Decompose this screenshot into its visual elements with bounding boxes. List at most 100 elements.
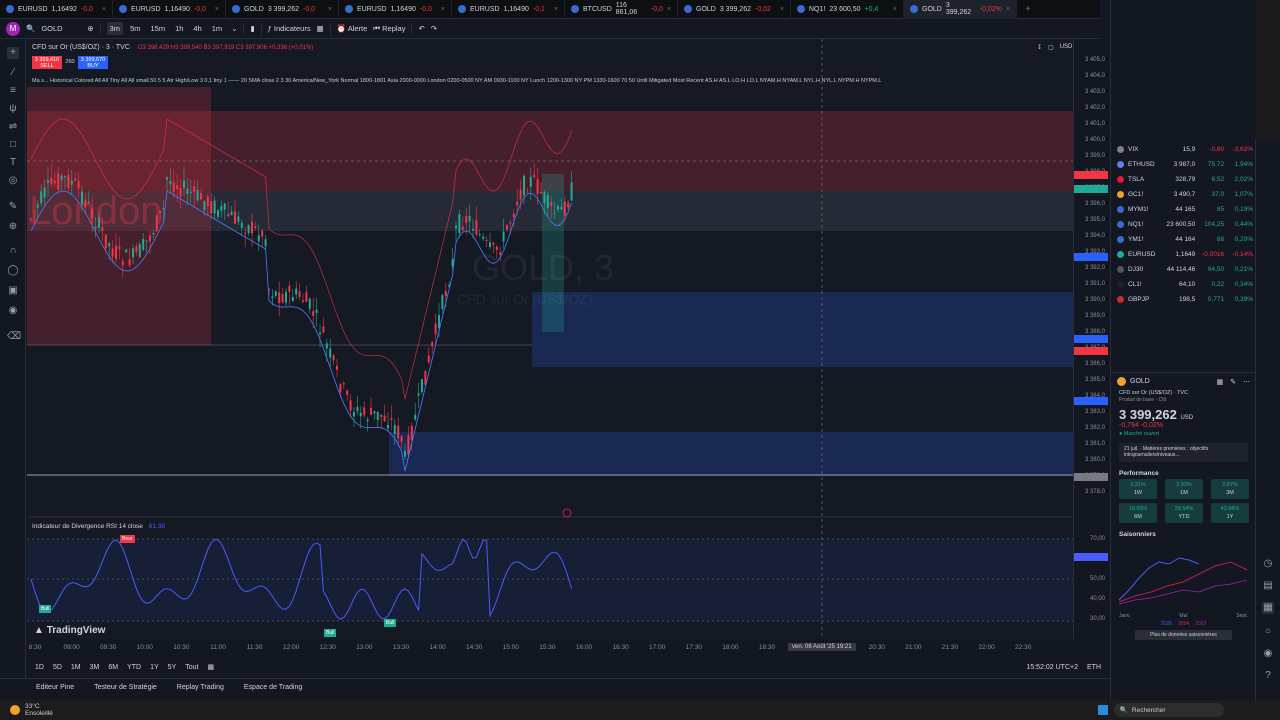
layout-icon[interactable]: ▦ (317, 24, 324, 33)
tab-close-icon[interactable]: × (1006, 6, 1010, 13)
range-1d[interactable]: 1D (35, 664, 44, 671)
fullscreen-icon[interactable]: ▢ (1048, 44, 1054, 51)
magnet-icon[interactable]: ∩ (7, 245, 19, 257)
tab-close-icon[interactable]: × (667, 6, 671, 13)
bottom-tab[interactable]: Espace de Trading (244, 684, 302, 691)
user-avatar[interactable]: M (6, 21, 20, 36)
bottom-tab[interactable]: Editeur Pine (36, 684, 74, 691)
interval-4h[interactable]: 4h (190, 22, 204, 35)
browser-tab[interactable]: GOLD 3 399,262 -0,02 × (678, 0, 791, 19)
tab-close-icon[interactable]: × (102, 6, 106, 13)
time-axis[interactable]: 8:30 09:00 09:30 10:00 10:30 11:00 11:30 12:00 1… (27, 641, 1073, 655)
browser-tab[interactable]: EURUSD 1,16490 -0,1 × (452, 0, 565, 19)
range-1y[interactable]: 1Y (150, 664, 159, 671)
windows-start-icon[interactable] (1097, 705, 1108, 715)
add-symbol-icon[interactable]: ⊕ (87, 24, 93, 33)
browser-tab[interactable]: EURUSD 1,16492 -0,0 × (0, 0, 113, 19)
watchlist-row[interactable]: DJ30 44 114,46 94,50 0,21% (1117, 262, 1253, 277)
candle-style-icon[interactable]: ▮ (250, 24, 254, 33)
replay-marker-icon[interactable] (562, 508, 572, 518)
tab-close-icon[interactable]: × (215, 6, 219, 13)
interval-15m[interactable]: 15m (147, 22, 168, 35)
chevron-down-icon[interactable]: ⌄ (231, 24, 237, 33)
calendar-icon[interactable]: ▤ (1262, 580, 1274, 592)
tab-close-icon[interactable]: × (441, 6, 445, 13)
redo-icon[interactable]: ↷ (431, 24, 437, 33)
browser-tab[interactable]: BTCUSD 116 861,06 -0,0 × (565, 0, 678, 19)
browser-tab[interactable]: GOLD 3 399,262 -0,0 × (226, 0, 339, 19)
watchlist-row[interactable]: ETHUSD 3 987,0 75,72 1,94% (1117, 157, 1253, 172)
help-icon[interactable]: ? (1262, 670, 1274, 682)
rectangle-icon[interactable]: □ (7, 139, 19, 151)
symbol-search[interactable]: GOLD (41, 24, 81, 33)
tab-close-icon[interactable]: × (893, 6, 897, 13)
bottom-tab[interactable]: Replay Trading (177, 684, 224, 691)
chat-icon[interactable]: ○ (1262, 626, 1274, 638)
range-tout[interactable]: Tout (185, 664, 198, 671)
watchlist-row[interactable]: MYM1! 44 165 85 0,19% (1117, 202, 1253, 217)
pitchfork-icon[interactable]: ψ (7, 103, 19, 115)
interval-3m[interactable]: 3m (106, 22, 124, 35)
price-chart[interactable]: CFD sur Or (US$/OZ) · 3 · TVC O3 398,429… (27, 39, 1073, 639)
range-5d[interactable]: 5D (53, 664, 62, 671)
range-3m[interactable]: 3M (90, 664, 100, 671)
eye-icon[interactable]: ◉ (7, 305, 19, 317)
alert-button[interactable]: ⏰ Alerte (337, 24, 368, 33)
pattern-icon[interactable]: ◎ (7, 175, 19, 187)
fib-icon[interactable]: ⇌ (7, 121, 19, 133)
new-tab-icon[interactable]: + (1025, 4, 1031, 15)
watchlist-row[interactable]: GC1! 3 490,7 37,0 1,07% (1117, 187, 1253, 202)
watchlist-symbol: DJ30 (1128, 266, 1144, 273)
browser-tab[interactable]: EURUSD 1,16490 -0,0 × (113, 0, 226, 19)
more-icon[interactable]: ⋯ (1243, 378, 1250, 386)
watchlist-row[interactable]: YM1! 44 164 88 0,20% (1117, 232, 1253, 247)
watchlist-row[interactable]: NQ1! 23 600,50 104,25 0,44% (1117, 217, 1253, 232)
trash-icon[interactable]: ⌫ (7, 331, 21, 343)
range-6m[interactable]: 6M (108, 664, 118, 671)
watchlist-row[interactable]: GBPJP 198,5 0,771 0,39% (1117, 292, 1253, 307)
browser-tab[interactable]: EURUSD 1,16490 -0,0 × (339, 0, 452, 19)
range-5y[interactable]: 5Y (168, 664, 177, 671)
interval-5m[interactable]: 5m (127, 22, 143, 35)
browser-tab[interactable]: NQ1! 23 600,50 +0,4 × (791, 0, 904, 19)
cursor-icon[interactable]: + (7, 47, 19, 59)
calendar-icon[interactable]: ▦ (207, 663, 214, 671)
grid-icon[interactable]: ▦ (1217, 378, 1224, 386)
undo-icon[interactable]: ↶ (418, 24, 424, 33)
range-ytd[interactable]: YTD (127, 664, 141, 671)
lock-icon[interactable]: ▣ (7, 285, 19, 297)
interval-1m[interactable]: 1m (209, 22, 225, 35)
tab-close-icon[interactable]: × (554, 6, 558, 13)
interval-1h[interactable]: 1h (172, 22, 186, 35)
watchlist-row[interactable]: VIX 15,9 -0,60 -3,62% (1117, 142, 1253, 157)
price-axis[interactable]: 3 405,0 3 404,0 3 403,0 3 402,0 3 401,0 3 400… (1073, 39, 1109, 639)
replay-button[interactable]: ⏮ Replay (373, 24, 405, 34)
trend-line-icon[interactable]: ∕ (7, 67, 19, 79)
horizontal-lines-icon[interactable]: ≡ (7, 85, 19, 97)
news-item[interactable]: 21 juil. · Matières premières : objectif… (1119, 443, 1248, 462)
indicators-button[interactable]: ƒ Indicateurs (268, 24, 311, 33)
grid-icon[interactable]: ▦ (1262, 602, 1274, 614)
session-toggle[interactable]: ETH (1087, 664, 1101, 671)
sell-button[interactable]: 3 399,410 SELL (32, 56, 62, 69)
range-1m[interactable]: 1M (71, 664, 81, 671)
broadcast-icon[interactable]: ◉ (1262, 648, 1274, 660)
search-icon[interactable]: 🔍 (26, 24, 35, 33)
tab-close-icon[interactable]: × (328, 6, 332, 13)
arrow-down-icon[interactable]: ↧ (1037, 44, 1042, 51)
edit-icon[interactable]: ✎ (1230, 378, 1236, 386)
tab-close-icon[interactable]: × (780, 6, 784, 13)
browser-tab[interactable]: GOLD 3 399,262 -0,02% × (904, 0, 1017, 19)
watchlist-row[interactable]: TSLA 328,79 6,52 2,02% (1117, 172, 1253, 187)
brush-icon[interactable]: ✎ (7, 201, 19, 213)
watchlist-row[interactable]: CL1! 64,10 0,22 0,34% (1117, 277, 1253, 292)
buy-button[interactable]: 3 399,670 BUY (78, 56, 108, 69)
bottom-tab[interactable]: Testeur de Stratégie (94, 684, 157, 691)
watchlist-row[interactable]: EURUSD 1,1649 -0,0016 -0,14% (1117, 247, 1253, 262)
taskbar-search[interactable]: 🔍 Rechercher (1113, 703, 1224, 717)
text-icon[interactable]: T (7, 157, 19, 169)
ruler-icon[interactable]: ◯ (7, 265, 19, 277)
more-seasonal-button[interactable]: Plus de données saisonnières (1135, 630, 1232, 640)
alert-clock-icon[interactable]: ◷ (1262, 558, 1274, 570)
zoom-icon[interactable]: ⊕ (7, 221, 19, 233)
